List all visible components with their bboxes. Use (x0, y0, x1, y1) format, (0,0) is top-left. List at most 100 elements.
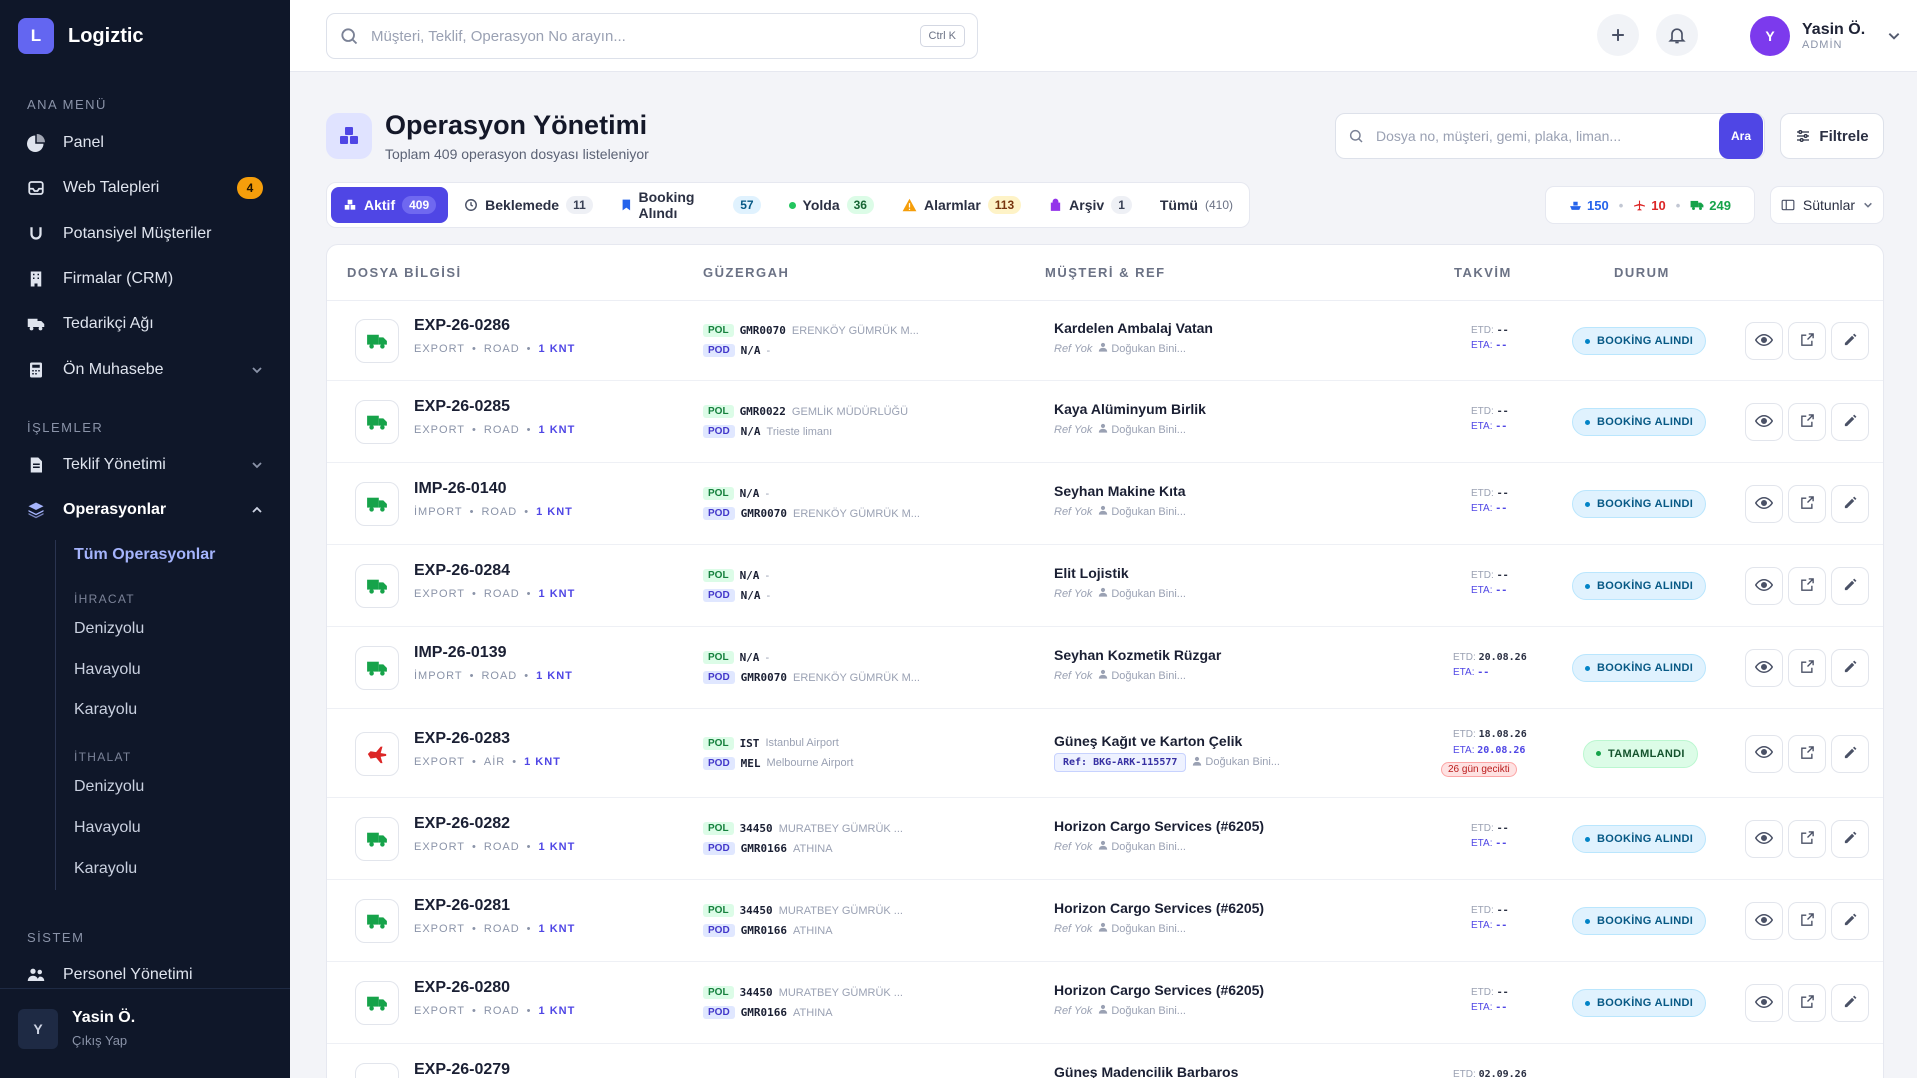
customer-name[interactable]: Horizon Cargo Services (#6205) (1054, 818, 1264, 834)
tab-alarmlar[interactable]: Alarmlar 113 (890, 187, 1033, 223)
customer-name[interactable]: Horizon Cargo Services (#6205) (1054, 900, 1264, 916)
view-button[interactable] (1745, 567, 1783, 605)
tab-label: Arşiv (1069, 197, 1105, 213)
sidebar-item-potansiyel[interactable]: Potansiyel Müşteriler (27, 214, 263, 254)
filter-button[interactable]: Filtrele (1780, 113, 1884, 159)
ship-icon (1570, 201, 1581, 210)
file-code[interactable]: EXP-26-0280 (414, 979, 510, 997)
eye-icon (1754, 913, 1774, 930)
customer-name[interactable]: Güneş Madencilik Barbaros (1054, 1064, 1238, 1078)
open-button[interactable] (1788, 902, 1826, 940)
file-code[interactable]: EXP-26-0283 (414, 730, 510, 748)
table-row[interactable]: EXP-26-0284 EXPORT • ROAD • 1 KNT POL N/A … (327, 545, 1883, 627)
sidebar-sub-ihracat-karayolu[interactable]: Karayolu (74, 701, 137, 719)
reference-number: Ref Yok (1054, 1004, 1093, 1017)
status-badge: BOOKİNG ALINDI (1572, 989, 1707, 1017)
truck-icon (1690, 200, 1704, 210)
search-icon (1349, 129, 1363, 143)
customer-name[interactable]: Seyhan Makine Kıta (1054, 483, 1186, 499)
customer-name[interactable]: Horizon Cargo Services (#6205) (1054, 982, 1264, 998)
table-row[interactable]: IMP-26-0139 İMPORT • ROAD • 1 KNT POL N/A … (327, 627, 1883, 709)
pol-code: 34450 (739, 904, 773, 917)
table-row[interactable]: EXP-26-0282 EXPORT • ROAD • 1 KNT POL 3445… (327, 798, 1883, 880)
table-row[interactable]: EXP-26-0286 EXPORT • ROAD • 1 KNT POL GMR0… (327, 301, 1883, 381)
sidebar-sub-tum-operasyonlar[interactable]: Tüm Operasyonlar (74, 546, 215, 564)
file-code[interactable]: EXP-26-0281 (414, 897, 510, 915)
table-row[interactable]: EXP-26-0279 Güneş Madencilik Barbaros ETD:… (327, 1044, 1883, 1078)
open-button[interactable] (1788, 734, 1826, 773)
view-button[interactable] (1745, 649, 1783, 687)
view-button[interactable] (1745, 902, 1783, 940)
sidebar-sub-ithalat-havayolu[interactable]: Havayolu (74, 819, 141, 837)
tab-arsiv[interactable]: Arşiv 1 (1037, 187, 1144, 223)
edit-button[interactable] (1831, 485, 1869, 523)
file-code[interactable]: IMP-26-0140 (414, 480, 507, 498)
open-button[interactable] (1788, 820, 1826, 858)
notifications-button[interactable] (1656, 14, 1698, 56)
view-button[interactable] (1745, 485, 1783, 523)
edit-button[interactable] (1831, 820, 1869, 858)
open-button[interactable] (1788, 984, 1826, 1022)
search-button[interactable]: Ara (1719, 113, 1763, 159)
edit-button[interactable] (1831, 734, 1869, 773)
tab-yolda[interactable]: Yolda 36 (777, 187, 886, 223)
columns-button[interactable]: Sütunlar (1770, 186, 1884, 224)
sidebar-item-operasyonlar[interactable]: Operasyonlar (27, 490, 263, 530)
tab-beklemede[interactable]: Beklemede 11 (452, 187, 605, 223)
operation-search-input[interactable]: Dosya no, müşteri, gemi, plaka, liman... (1335, 113, 1765, 159)
customer-name[interactable]: Güneş Kağıt ve Karton Çelik (1054, 733, 1242, 749)
file-code[interactable]: EXP-26-0279 (414, 1061, 510, 1078)
open-button[interactable] (1788, 567, 1826, 605)
open-button[interactable] (1788, 322, 1826, 360)
view-button[interactable] (1745, 984, 1783, 1022)
open-button[interactable] (1788, 649, 1826, 687)
tab-tumu[interactable]: Tümü (410) (1148, 187, 1245, 223)
customer-name[interactable]: Seyhan Kozmetik Rüzgar (1054, 647, 1221, 663)
file-code[interactable]: IMP-26-0139 (414, 644, 507, 662)
sidebar-item-web-talepleri[interactable]: Web Talepleri 4 (27, 168, 263, 208)
sidebar-sub-ithalat-karayolu[interactable]: Karayolu (74, 860, 137, 878)
file-code[interactable]: EXP-26-0286 (414, 317, 510, 335)
add-button[interactable] (1597, 14, 1639, 56)
view-button[interactable] (1745, 322, 1783, 360)
view-button[interactable] (1745, 403, 1783, 441)
table-row[interactable]: EXP-26-0283 EXPORT • AİR • 1 KNT POL IST I… (327, 709, 1883, 798)
edit-button[interactable] (1831, 403, 1869, 441)
brand[interactable]: L Logiztic (18, 18, 144, 54)
edit-button[interactable] (1831, 902, 1869, 940)
tab-booking-alindi[interactable]: Booking Alındı 57 (609, 187, 773, 223)
file-code[interactable]: EXP-26-0282 (414, 815, 510, 833)
edit-button[interactable] (1831, 984, 1869, 1022)
file-code[interactable]: EXP-26-0285 (414, 398, 510, 416)
sidebar-item-panel[interactable]: Panel (27, 123, 263, 163)
tab-label: Aktif (364, 197, 396, 213)
route-pol: POL 34450 MURATBEY GÜMRÜK ... (703, 822, 903, 835)
tab-aktif[interactable]: Aktif 409 (331, 187, 449, 223)
logout-link[interactable]: Çıkış Yap (72, 1033, 127, 1048)
sidebar-item-teklif[interactable]: Teklif Yönetimi (27, 445, 263, 485)
sidebar-item-on-muhasebe[interactable]: Ön Muhasebe (27, 350, 263, 390)
view-button[interactable] (1745, 734, 1783, 773)
customer-name[interactable]: Kardelen Ambalaj Vatan (1054, 320, 1213, 336)
file-code[interactable]: EXP-26-0284 (414, 562, 510, 580)
customer-name[interactable]: Elit Lojistik (1054, 565, 1129, 581)
table-row[interactable]: EXP-26-0280 EXPORT • ROAD • 1 KNT POL 3445… (327, 962, 1883, 1044)
sidebar-sub-ithalat-denizyolu[interactable]: Denizyolu (74, 778, 144, 796)
table-row[interactable]: IMP-26-0140 İMPORT • ROAD • 1 KNT POL N/A … (327, 463, 1883, 545)
global-search-input[interactable]: Müşteri, Teklif, Operasyon No arayın... … (326, 13, 978, 59)
pol-tag: POL (703, 324, 734, 337)
open-button[interactable] (1788, 403, 1826, 441)
sidebar-sub-ihracat-havayolu[interactable]: Havayolu (74, 661, 141, 679)
customer-name[interactable]: Kaya Alüminyum Birlik (1054, 401, 1206, 417)
open-button[interactable] (1788, 485, 1826, 523)
table-row[interactable]: EXP-26-0281 EXPORT • ROAD • 1 KNT POL 3445… (327, 880, 1883, 962)
edit-button[interactable] (1831, 649, 1869, 687)
table-row[interactable]: EXP-26-0285 EXPORT • ROAD • 1 KNT POL GMR0… (327, 381, 1883, 463)
sidebar-item-tedarikci[interactable]: Tedarikçi Ağı (27, 304, 263, 344)
sidebar-sub-ihracat-denizyolu[interactable]: Denizyolu (74, 620, 144, 638)
edit-button[interactable] (1831, 567, 1869, 605)
sidebar-item-firmalar[interactable]: Firmalar (CRM) (27, 259, 263, 299)
edit-button[interactable] (1831, 322, 1869, 360)
view-button[interactable] (1745, 820, 1783, 858)
user-menu[interactable]: Y Yasin Ö. ADMİN (1750, 16, 1901, 56)
